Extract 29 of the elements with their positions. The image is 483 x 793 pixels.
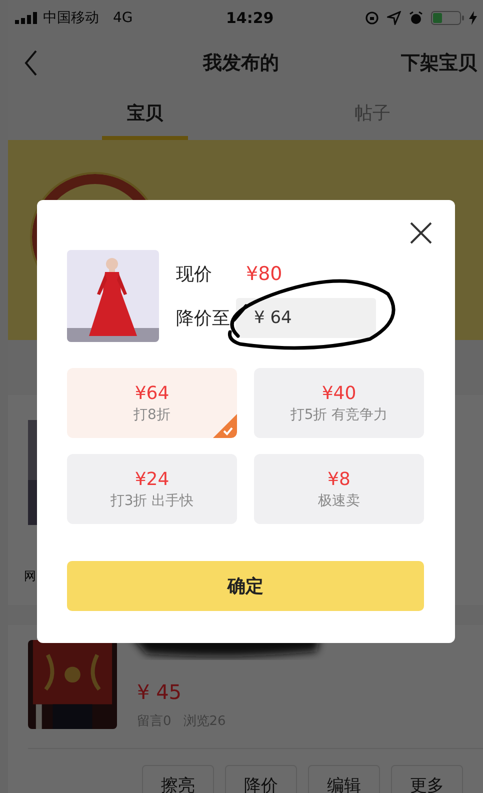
listing-action-button[interactable]: 更多 bbox=[391, 765, 463, 793]
price-option[interactable]: ¥24 打3折 出手快 bbox=[67, 454, 237, 524]
carrier-name: 中国移动 bbox=[43, 9, 99, 27]
battery-icon bbox=[431, 11, 465, 25]
location-arrow-icon bbox=[387, 11, 401, 25]
confirm-button[interactable]: 确定 bbox=[67, 561, 424, 611]
network-type: 4G bbox=[113, 10, 133, 26]
page-title: 我发布的 bbox=[203, 51, 279, 76]
price-option[interactable]: ¥64 打8折 bbox=[67, 368, 237, 438]
clock-time: 14:29 bbox=[226, 9, 274, 27]
listing-action-button[interactable]: 编辑 bbox=[308, 765, 380, 793]
listing-price: ¥ 45 bbox=[137, 680, 183, 704]
price-option[interactable]: ¥8 极速卖 bbox=[254, 454, 424, 524]
rotation-lock-icon bbox=[365, 11, 379, 25]
charging-bolt-icon bbox=[469, 11, 477, 25]
back-chevron-icon[interactable] bbox=[24, 50, 38, 76]
listing-action-button[interactable]: 降价 bbox=[225, 765, 297, 793]
listing-title: 网 bbox=[24, 568, 36, 585]
price-input-field[interactable]: ¥ 64 bbox=[236, 298, 376, 338]
listing-action-button[interactable]: 擦亮 bbox=[142, 765, 214, 793]
check-corner-icon bbox=[213, 414, 237, 438]
price-option[interactable]: ¥40 打5折 有竞争力 bbox=[254, 368, 424, 438]
close-icon[interactable] bbox=[410, 222, 432, 244]
delist-button[interactable]: 下架宝贝 bbox=[401, 50, 477, 76]
alarm-clock-icon bbox=[409, 11, 423, 25]
signal-icon bbox=[15, 12, 39, 24]
current-price-label: 现价 bbox=[176, 263, 213, 286]
reduce-to-label: 降价至 bbox=[176, 307, 231, 330]
current-price: ¥80 bbox=[246, 263, 282, 285]
